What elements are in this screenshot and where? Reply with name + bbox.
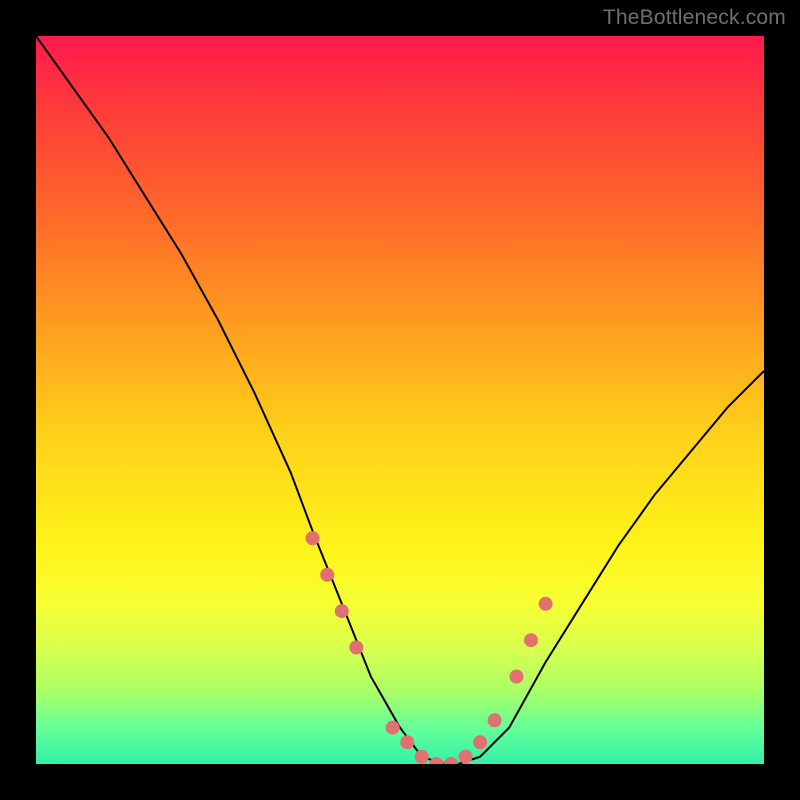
highlight-marker <box>386 721 400 735</box>
highlight-marker <box>444 757 458 764</box>
curve-layer <box>36 36 764 764</box>
highlight-marker <box>349 641 363 655</box>
highlight-marker <box>473 735 487 749</box>
highlight-marker <box>524 633 538 647</box>
chart-frame: TheBottleneck.com <box>0 0 800 800</box>
highlight-marker <box>306 531 320 545</box>
highlight-marker <box>335 604 349 618</box>
highlight-marker <box>320 568 334 582</box>
watermark-text: TheBottleneck.com <box>603 6 786 30</box>
highlight-marker <box>488 713 502 727</box>
highlight-marker <box>429 757 443 764</box>
highlight-marker <box>400 735 414 749</box>
bottleneck-curve <box>36 36 764 764</box>
highlight-marker <box>415 750 429 764</box>
highlight-marker <box>539 597 553 611</box>
highlight-marker <box>510 670 524 684</box>
plot-area <box>36 36 764 764</box>
highlight-marker <box>459 750 473 764</box>
